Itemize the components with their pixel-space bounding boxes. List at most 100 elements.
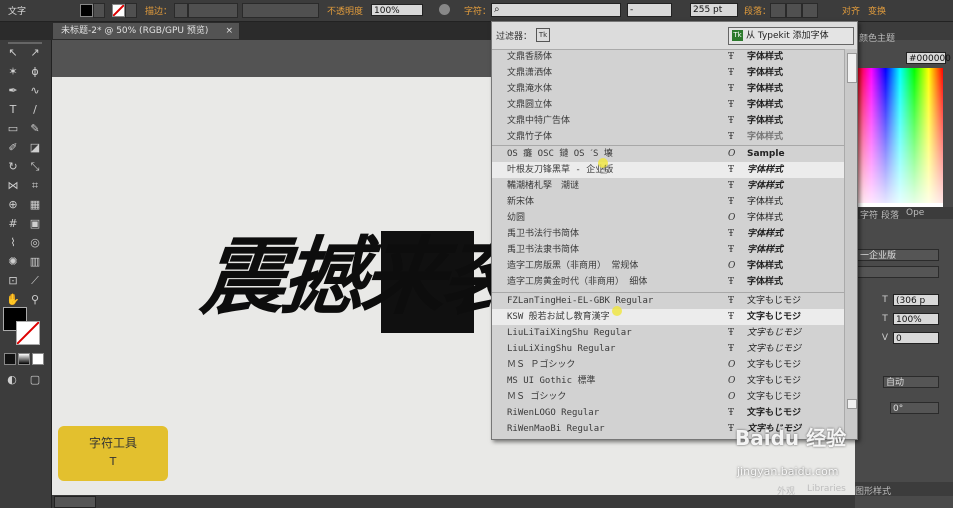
scrollbar-thumb[interactable] xyxy=(847,53,857,83)
screen-mode-icon[interactable]: ▢ xyxy=(27,372,43,388)
line-tool-icon[interactable]: / xyxy=(27,102,43,118)
shape-builder-tool-icon[interactable]: ⊕ xyxy=(5,197,21,213)
eyedropper-tool-icon[interactable]: ⌇ xyxy=(5,235,21,251)
align-left-icon[interactable] xyxy=(770,3,786,18)
font-row[interactable]: 文鼎香肠体 Ŧ 字体样式 xyxy=(492,49,844,65)
perspective-grid-tool-icon[interactable]: ▦ xyxy=(27,197,43,213)
tab-paragraph[interactable]: 段落 xyxy=(881,208,899,221)
font-size-field[interactable]: (306 p xyxy=(893,294,939,306)
font-row[interactable]: 造字工房版黑（非商用） 常规体 O 字体样式 xyxy=(492,258,844,274)
recolor-icon[interactable] xyxy=(439,4,450,15)
scale-tool-icon[interactable]: ⤡ xyxy=(27,159,43,175)
slice-tool-icon[interactable]: ⟋ xyxy=(27,273,43,289)
filter-typekit-icon[interactable]: Tk xyxy=(536,28,550,42)
font-family-menu[interactable]: 过滤器： Tk Tk 从 Typekit 添加字体 文鼎香肠体 Ŧ 字体样式 文鼎潇洒… xyxy=(491,21,858,440)
align-right-icon[interactable] xyxy=(802,3,818,18)
font-row[interactable]: ＭＳ Ｐゴシック O 文字もじモジ xyxy=(492,357,844,373)
pen-tool-icon[interactable]: ✒ xyxy=(5,83,21,99)
rectangle-tool-icon[interactable]: ▭ xyxy=(5,121,21,137)
rotation-field[interactable]: 0° xyxy=(890,402,939,414)
panel-grip[interactable] xyxy=(8,42,42,44)
font-row[interactable]: 文鼎淹水体 Ŧ 字体样式 xyxy=(492,81,844,97)
font-row[interactable]: OS 癱 OSC 鏈 OS ˊS 壊 O Sample xyxy=(492,146,844,162)
tab-libraries[interactable]: Libraries xyxy=(807,484,846,494)
font-row[interactable]: 新宋体 Ŧ 字体样式 xyxy=(492,194,844,210)
stroke-swatch[interactable] xyxy=(112,4,125,17)
align-center-icon[interactable] xyxy=(786,3,802,18)
close-icon[interactable]: × xyxy=(225,23,233,40)
none-mode-icon[interactable] xyxy=(32,353,44,365)
font-row-hovered[interactable]: KSW 般若お試し教育漢字 Ŧ 文字もじモジ xyxy=(492,309,844,325)
hand-tool-icon[interactable]: ✋ xyxy=(5,292,21,308)
width-tool-icon[interactable]: ⋈ xyxy=(5,178,21,194)
font-row[interactable]: 鞴潮楮札孯 潮谜 Ŧ 字体样式 xyxy=(492,178,844,194)
vertical-scale-field[interactable]: 100% xyxy=(893,313,939,325)
free-transform-tool-icon[interactable]: ⌗ xyxy=(27,178,43,194)
tab-opentype[interactable]: Ope xyxy=(906,208,924,218)
character-label[interactable]: 字符： xyxy=(464,4,491,17)
font-row[interactable]: 幼圆 O 字体样式 xyxy=(492,210,844,226)
direct-selection-tool-icon[interactable]: ↗ xyxy=(27,45,43,61)
tab-character[interactable]: 字符 xyxy=(860,208,878,221)
font-row[interactable]: 造字工房黄金时代（非商用） 细体 Ŧ 字体样式 xyxy=(492,274,844,290)
fill-swatch[interactable] xyxy=(80,4,93,17)
font-style-field[interactable] xyxy=(857,266,939,278)
font-row[interactable]: 文鼎中特广告体 Ŧ 字体样式 xyxy=(492,113,844,129)
font-row[interactable]: FZLanTingHei-EL-GBK Regular Ŧ 文字もじモジ xyxy=(492,293,844,309)
paintbrush-tool-icon[interactable]: ✎ xyxy=(27,121,43,137)
curvature-tool-icon[interactable]: ∿ xyxy=(27,83,43,99)
blend-tool-icon[interactable]: ◎ xyxy=(27,235,43,251)
zoom-tool-icon[interactable]: ⚲ xyxy=(27,292,43,308)
tab-appearance[interactable]: 外观 xyxy=(777,484,795,497)
column-graph-tool-icon[interactable]: ▥ xyxy=(27,254,43,270)
font-row[interactable]: 禹卫书法行书简体 Ŧ 字体样式 xyxy=(492,226,844,242)
opacity-label[interactable]: 不透明度 xyxy=(327,4,363,17)
color-mode-icon[interactable] xyxy=(4,353,16,365)
font-style-dropdown[interactable]: - xyxy=(627,3,672,17)
font-row[interactable]: MS UI Gothic 標準 O 文字もじモジ xyxy=(492,373,844,389)
artboard-tool-icon[interactable]: ⊡ xyxy=(5,273,21,289)
lasso-tool-icon[interactable]: ϕ xyxy=(27,64,43,80)
font-row[interactable]: RiWenLOGO Regular Ŧ 文字もじモジ xyxy=(492,405,844,421)
draw-mode-icon[interactable]: ◐ xyxy=(4,372,20,388)
zoom-dropdown[interactable] xyxy=(54,496,96,508)
fill-dropdown[interactable] xyxy=(93,3,105,18)
gradient-mode-icon[interactable] xyxy=(18,353,30,365)
stroke-weight-stepper[interactable] xyxy=(174,3,188,18)
hex-input[interactable]: #000000 xyxy=(906,52,951,64)
document-tab[interactable]: 未标题-2* @ 50% (RGB/GPU 预览) × xyxy=(52,22,240,39)
tab-color-theme[interactable]: 颜色主题 xyxy=(859,31,895,44)
mesh-tool-icon[interactable]: # xyxy=(5,216,21,232)
font-list-scrollbar[interactable] xyxy=(844,49,857,439)
font-row[interactable]: 文鼎圆立体 Ŧ 字体样式 xyxy=(492,97,844,113)
font-row[interactable]: 禹卫书法隶书简体 Ŧ 字体样式 xyxy=(492,242,844,258)
font-row[interactable]: 文鼎潇洒体 Ŧ 字体样式 xyxy=(492,65,844,81)
gradient-tool-icon[interactable]: ▣ xyxy=(27,216,43,232)
artboard-text[interactable]: 震撼来袭 xyxy=(197,227,528,327)
font-row[interactable]: 文鼎竹子体 Ŧ 字体样式 xyxy=(492,129,844,145)
opacity-input[interactable]: 100% xyxy=(371,4,423,16)
stroke-label[interactable]: 描边： xyxy=(145,4,172,17)
font-size-input[interactable]: 255 pt xyxy=(690,3,738,17)
stroke-weight-field[interactable] xyxy=(188,3,238,18)
typekit-add-fonts-button[interactable]: Tk 从 Typekit 添加字体 xyxy=(728,27,854,45)
eraser-tool-icon[interactable]: ◪ xyxy=(27,140,43,156)
selection-tool-icon[interactable]: ↖ xyxy=(5,45,21,61)
transform-label[interactable]: 变换 xyxy=(868,4,886,17)
font-family-field[interactable]: 一企业版 xyxy=(857,249,939,261)
variable-width-dropdown[interactable] xyxy=(242,3,319,18)
symbol-sprayer-tool-icon[interactable]: ✺ xyxy=(5,254,21,270)
shaper-tool-icon[interactable]: ✐ xyxy=(5,140,21,156)
stroke-color-swatch[interactable] xyxy=(16,321,40,345)
font-row[interactable]: ＭＳ ゴシック O 文字もじモジ xyxy=(492,389,844,405)
paragraph-label[interactable]: 段落： xyxy=(744,4,771,17)
font-row[interactable]: LiuLiTaiXingShu Regular Ŧ 文字もじモジ xyxy=(492,325,844,341)
auto-field[interactable]: 自动 xyxy=(883,376,939,388)
tab-graphic-styles[interactable]: 图形样式 xyxy=(855,484,891,497)
scroll-down-button[interactable] xyxy=(847,399,857,409)
font-row[interactable]: LiuLiXingShu Regular Ŧ 文字もじモジ xyxy=(492,341,844,357)
align-label[interactable]: 对齐 xyxy=(842,4,860,17)
font-row-hovered[interactable]: 叶根友刀锋黑草 - 企业版 Ŧ 字体样式 xyxy=(492,162,844,178)
font-family-input[interactable]: ⌕ xyxy=(491,3,621,17)
stroke-dropdown[interactable] xyxy=(125,3,137,18)
